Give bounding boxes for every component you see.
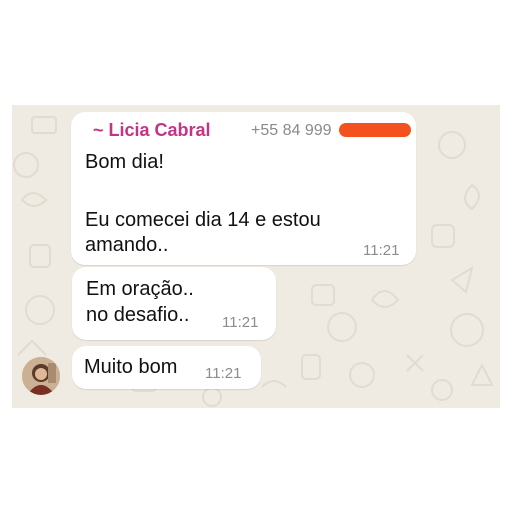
- message-timestamp: 11:21: [222, 314, 259, 331]
- message-text: Eu comecei dia 14 e estou: [85, 209, 321, 231]
- message-text: Bom dia!: [85, 151, 164, 173]
- sender-name[interactable]: ~ Licia Cabral: [93, 120, 211, 141]
- message-bubble-3[interactable]: Muito bom 11:21: [72, 346, 261, 389]
- message-text: amando..: [85, 234, 169, 256]
- sender-avatar[interactable]: [22, 357, 60, 395]
- message-text: Em oração..: [86, 278, 194, 300]
- avatar-photo: [22, 357, 60, 395]
- redaction-mark: [339, 123, 411, 137]
- message-bubble-2[interactable]: Em oração.. no desafio.. 11:21: [72, 267, 276, 340]
- message-text: Muito bom: [84, 356, 178, 378]
- message-text: no desafio..: [86, 304, 190, 326]
- message-timestamp: 11:21: [363, 242, 400, 259]
- chat-area[interactable]: ~ Licia Cabral +55 84 999 Bom dia! Eu co…: [12, 105, 500, 408]
- message-timestamp: 11:21: [205, 365, 242, 382]
- sender-phone: +55 84 999: [251, 122, 332, 139]
- message-bubble-1[interactable]: ~ Licia Cabral +55 84 999 Bom dia! Eu co…: [71, 112, 416, 265]
